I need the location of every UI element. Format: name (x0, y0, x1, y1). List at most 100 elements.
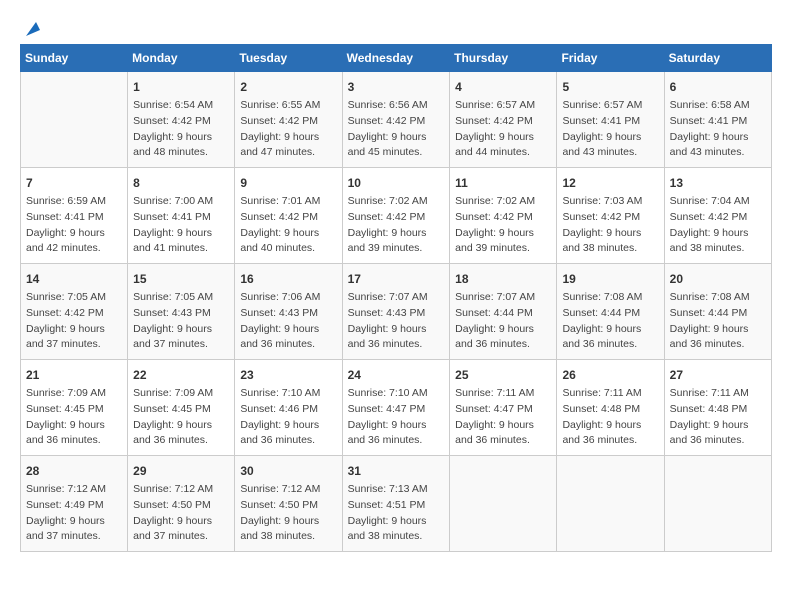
calendar-cell: 14 Sunrise: 7:05 AM Sunset: 4:42 PM Dayli… (21, 264, 128, 360)
calendar-cell: 17 Sunrise: 7:07 AM Sunset: 4:43 PM Dayli… (342, 264, 450, 360)
cell-info: Sunrise: 7:10 AM Sunset: 4:47 PM Dayligh… (348, 386, 445, 449)
calendar-cell: 19 Sunrise: 7:08 AM Sunset: 4:44 PM Dayli… (557, 264, 664, 360)
calendar-cell: 28 Sunrise: 7:12 AM Sunset: 4:49 PM Dayli… (21, 456, 128, 552)
cell-info: Sunrise: 7:02 AM Sunset: 4:42 PM Dayligh… (455, 194, 551, 257)
calendar-cell: 11 Sunrise: 7:02 AM Sunset: 4:42 PM Dayli… (450, 168, 557, 264)
cell-info: Sunrise: 7:05 AM Sunset: 4:43 PM Dayligh… (133, 290, 229, 353)
date-number: 26 (562, 366, 658, 384)
calendar-cell: 29 Sunrise: 7:12 AM Sunset: 4:50 PM Dayli… (128, 456, 235, 552)
date-number: 5 (562, 78, 658, 96)
cell-info: Sunrise: 7:12 AM Sunset: 4:50 PM Dayligh… (133, 482, 229, 545)
date-number: 29 (133, 462, 229, 480)
week-row-1: 1 Sunrise: 6:54 AM Sunset: 4:42 PM Daylig… (21, 72, 772, 168)
cell-info: Sunrise: 7:12 AM Sunset: 4:49 PM Dayligh… (26, 482, 122, 545)
cell-info: Sunrise: 7:02 AM Sunset: 4:42 PM Dayligh… (348, 194, 445, 257)
calendar-cell: 30 Sunrise: 7:12 AM Sunset: 4:50 PM Dayli… (235, 456, 342, 552)
day-header-tuesday: Tuesday (235, 45, 342, 72)
date-number: 9 (240, 174, 336, 192)
calendar-cell: 13Sunrise: 7:04 AM Sunset: 4:42 PM Dayli… (664, 168, 771, 264)
date-number: 1 (133, 78, 229, 96)
date-number: 7 (26, 174, 122, 192)
cell-info: Sunrise: 6:57 AM Sunset: 4:41 PM Dayligh… (562, 98, 658, 161)
calendar-cell: 1 Sunrise: 6:54 AM Sunset: 4:42 PM Daylig… (128, 72, 235, 168)
date-number: 19 (562, 270, 658, 288)
calendar-cell: 3Sunrise: 6:56 AM Sunset: 4:42 PM Daylig… (342, 72, 450, 168)
cell-info: Sunrise: 7:05 AM Sunset: 4:42 PM Dayligh… (26, 290, 122, 353)
calendar-cell: 4 Sunrise: 6:57 AM Sunset: 4:42 PM Daylig… (450, 72, 557, 168)
calendar-cell: 7 Sunrise: 6:59 AM Sunset: 4:41 PM Daylig… (21, 168, 128, 264)
date-number: 8 (133, 174, 229, 192)
cell-info: Sunrise: 6:59 AM Sunset: 4:41 PM Dayligh… (26, 194, 122, 257)
cell-info: Sunrise: 7:11 AM Sunset: 4:48 PM Dayligh… (670, 386, 766, 449)
calendar-cell: 6 Sunrise: 6:58 AM Sunset: 4:41 PM Daylig… (664, 72, 771, 168)
date-number: 4 (455, 78, 551, 96)
date-number: 14 (26, 270, 122, 288)
cell-info: Sunrise: 7:01 AM Sunset: 4:42 PM Dayligh… (240, 194, 336, 257)
day-header-wednesday: Wednesday (342, 45, 450, 72)
calendar-cell: 31Sunrise: 7:13 AM Sunset: 4:51 PM Dayli… (342, 456, 450, 552)
calendar-cell: 16Sunrise: 7:06 AM Sunset: 4:43 PM Dayli… (235, 264, 342, 360)
calendar-cell (557, 456, 664, 552)
date-number: 28 (26, 462, 122, 480)
date-number: 24 (348, 366, 445, 384)
logo (20, 20, 40, 34)
calendar-cell: 20 Sunrise: 7:08 AM Sunset: 4:44 PM Dayli… (664, 264, 771, 360)
date-number: 12 (562, 174, 658, 192)
calendar-cell (664, 456, 771, 552)
calendar-cell: 27 Sunrise: 7:11 AM Sunset: 4:48 PM Dayli… (664, 360, 771, 456)
date-number: 17 (348, 270, 445, 288)
cell-info: Sunrise: 6:54 AM Sunset: 4:42 PM Dayligh… (133, 98, 229, 161)
calendar-cell: 2 Sunrise: 6:55 AM Sunset: 4:42 PM Daylig… (235, 72, 342, 168)
week-row-5: 28 Sunrise: 7:12 AM Sunset: 4:49 PM Dayli… (21, 456, 772, 552)
day-header-sunday: Sunday (21, 45, 128, 72)
calendar-cell: 9 Sunrise: 7:01 AM Sunset: 4:42 PM Daylig… (235, 168, 342, 264)
calendar-cell: 18 Sunrise: 7:07 AM Sunset: 4:44 PM Dayli… (450, 264, 557, 360)
cell-info: Sunrise: 7:12 AM Sunset: 4:50 PM Dayligh… (240, 482, 336, 545)
page-header (20, 20, 772, 34)
date-number: 13 (670, 174, 766, 192)
date-number: 30 (240, 462, 336, 480)
cell-info: Sunrise: 6:58 AM Sunset: 4:41 PM Dayligh… (670, 98, 766, 161)
cell-info: Sunrise: 7:07 AM Sunset: 4:43 PM Dayligh… (348, 290, 445, 353)
date-number: 11 (455, 174, 551, 192)
date-number: 15 (133, 270, 229, 288)
calendar-cell: 21 Sunrise: 7:09 AM Sunset: 4:45 PM Dayli… (21, 360, 128, 456)
cell-info: Sunrise: 7:09 AM Sunset: 4:45 PM Dayligh… (133, 386, 229, 449)
cell-info: Sunrise: 7:11 AM Sunset: 4:48 PM Dayligh… (562, 386, 658, 449)
week-row-3: 14 Sunrise: 7:05 AM Sunset: 4:42 PM Dayli… (21, 264, 772, 360)
day-header-thursday: Thursday (450, 45, 557, 72)
day-header-saturday: Saturday (664, 45, 771, 72)
calendar-cell: 24 Sunrise: 7:10 AM Sunset: 4:47 PM Dayli… (342, 360, 450, 456)
date-number: 18 (455, 270, 551, 288)
cell-info: Sunrise: 7:11 AM Sunset: 4:47 PM Dayligh… (455, 386, 551, 449)
date-number: 27 (670, 366, 766, 384)
date-number: 10 (348, 174, 445, 192)
date-number: 21 (26, 366, 122, 384)
week-row-2: 7 Sunrise: 6:59 AM Sunset: 4:41 PM Daylig… (21, 168, 772, 264)
calendar-table: SundayMondayTuesdayWednesdayThursdayFrid… (20, 44, 772, 552)
date-number: 2 (240, 78, 336, 96)
cell-info: Sunrise: 6:56 AM Sunset: 4:42 PM Dayligh… (348, 98, 445, 161)
date-number: 16 (240, 270, 336, 288)
date-number: 22 (133, 366, 229, 384)
cell-info: Sunrise: 7:10 AM Sunset: 4:46 PM Dayligh… (240, 386, 336, 449)
cell-info: Sunrise: 7:08 AM Sunset: 4:44 PM Dayligh… (670, 290, 766, 353)
cell-info: Sunrise: 7:07 AM Sunset: 4:44 PM Dayligh… (455, 290, 551, 353)
calendar-cell: 12Sunrise: 7:03 AM Sunset: 4:42 PM Dayli… (557, 168, 664, 264)
calendar-cell (450, 456, 557, 552)
calendar-cell: 25Sunrise: 7:11 AM Sunset: 4:47 PM Dayli… (450, 360, 557, 456)
calendar-cell: 26 Sunrise: 7:11 AM Sunset: 4:48 PM Dayli… (557, 360, 664, 456)
date-number: 20 (670, 270, 766, 288)
cell-info: Sunrise: 7:08 AM Sunset: 4:44 PM Dayligh… (562, 290, 658, 353)
logo-icon (22, 20, 40, 38)
cell-info: Sunrise: 6:55 AM Sunset: 4:42 PM Dayligh… (240, 98, 336, 161)
date-number: 6 (670, 78, 766, 96)
cell-info: Sunrise: 7:09 AM Sunset: 4:45 PM Dayligh… (26, 386, 122, 449)
day-header-monday: Monday (128, 45, 235, 72)
header-row: SundayMondayTuesdayWednesdayThursdayFrid… (21, 45, 772, 72)
week-row-4: 21 Sunrise: 7:09 AM Sunset: 4:45 PM Dayli… (21, 360, 772, 456)
cell-info: Sunrise: 6:57 AM Sunset: 4:42 PM Dayligh… (455, 98, 551, 161)
calendar-cell: 8Sunrise: 7:00 AM Sunset: 4:41 PM Daylig… (128, 168, 235, 264)
calendar-cell (21, 72, 128, 168)
calendar-cell: 5 Sunrise: 6:57 AM Sunset: 4:41 PM Daylig… (557, 72, 664, 168)
